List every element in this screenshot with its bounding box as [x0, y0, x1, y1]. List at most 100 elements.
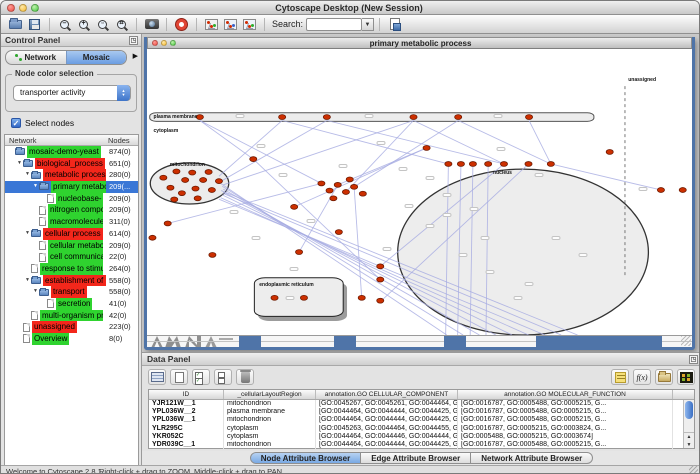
network-node[interactable] — [208, 188, 215, 193]
float-panel-icon[interactable]: ◳ — [129, 36, 138, 45]
network-node[interactable] — [423, 146, 430, 151]
network-node[interactable] — [657, 188, 664, 193]
network-canvas[interactable]: plasma membranecytoplasmmitochondrionnuc… — [147, 49, 692, 335]
scrollbar-thumb[interactable] — [685, 401, 693, 419]
network-node[interactable] — [250, 157, 257, 162]
network-node[interactable] — [326, 188, 333, 193]
network-node[interactable] — [178, 191, 185, 196]
network-node[interactable] — [351, 184, 358, 189]
network-node[interactable] — [334, 182, 341, 187]
tree-row[interactable]: cell communicat22(0) — [5, 251, 138, 263]
table-row[interactable]: YKR052Ccytoplasm[GO:0044464, GO:0044446,… — [149, 433, 694, 441]
network-node[interactable] — [526, 115, 533, 120]
network-node[interactable] — [330, 196, 337, 201]
network-node[interactable] — [164, 221, 171, 226]
tree-row[interactable]: ▼transport558(0) — [5, 286, 138, 298]
expand-arrow-icon[interactable]: ▼ — [24, 275, 31, 287]
network-node[interactable] — [359, 191, 366, 196]
network-node[interactable] — [410, 115, 417, 120]
float-panel-icon[interactable]: ◳ — [689, 355, 698, 364]
network-edge[interactable] — [200, 121, 253, 160]
network-edge[interactable] — [354, 121, 458, 187]
tab-node-attribute-browser[interactable]: Node Attribute Browser — [250, 452, 362, 464]
column-header[interactable]: _cellularLayoutRegion — [224, 390, 316, 399]
network-node[interactable] — [291, 204, 298, 209]
tree-row[interactable]: macromolecule311(0) — [5, 216, 138, 228]
tab-mosaic[interactable]: Mosaic — [66, 51, 127, 64]
network-node[interactable] — [296, 250, 303, 255]
network-node[interactable] — [457, 162, 464, 167]
zoom-fit-icon[interactable]: ⌗ — [113, 17, 130, 32]
expand-arrow-icon[interactable]: ▼ — [16, 158, 23, 170]
tree-row[interactable]: nucleobase-209(0) — [5, 193, 138, 205]
network-node[interactable] — [167, 185, 174, 190]
zoom-selected-icon[interactable]: ▫ — [94, 17, 111, 32]
tree-row[interactable]: response to stimulu264(0) — [5, 263, 138, 275]
column-header[interactable]: annotation.GO MOLECULAR_FUNCTION — [458, 390, 673, 399]
table-scrollbar[interactable]: ▲▼ — [683, 400, 694, 448]
network-node[interactable] — [205, 170, 212, 175]
save-icon[interactable] — [26, 17, 43, 32]
network-node[interactable] — [215, 179, 222, 184]
network-node[interactable] — [279, 115, 286, 120]
expand-arrow-icon[interactable]: ▼ — [24, 228, 31, 240]
network-node[interactable] — [149, 235, 156, 240]
tree-row[interactable]: Overview8(0) — [5, 333, 138, 345]
tree-row[interactable]: nitrogen compo209(0) — [5, 204, 138, 216]
network-node[interactable] — [182, 178, 189, 183]
network-edge[interactable] — [294, 148, 426, 207]
network-node[interactable] — [200, 178, 207, 183]
tree-row[interactable]: ▼primary metabo209(... — [5, 181, 138, 193]
merge-networks-alt-icon[interactable] — [241, 17, 258, 32]
tree-row[interactable]: secretion41(0) — [5, 298, 138, 310]
network-node[interactable] — [196, 115, 203, 120]
network-node[interactable] — [606, 150, 613, 155]
notes-icon[interactable] — [611, 369, 629, 385]
network-edge[interactable] — [346, 121, 414, 193]
table-row[interactable]: YLR295Ccytoplasm[GO:0045263, GO:0044464,… — [149, 425, 694, 433]
frame-close-button[interactable] — [152, 40, 158, 46]
zoom-button[interactable] — [31, 4, 39, 12]
tree-row[interactable]: unassigned223(0) — [5, 321, 138, 333]
network-node[interactable] — [377, 298, 384, 303]
tree-row[interactable]: ▼biological_process651(0) — [5, 158, 138, 170]
network-node[interactable] — [323, 115, 330, 120]
network-edge[interactable] — [354, 187, 362, 298]
network-node[interactable] — [209, 252, 216, 257]
network-node[interactable] — [160, 175, 167, 180]
tree-row[interactable]: ▼metabolic process280(0) — [5, 169, 138, 181]
help-icon[interactable] — [173, 17, 190, 32]
network-node[interactable] — [335, 230, 342, 235]
network-edge[interactable] — [222, 121, 327, 181]
attribute-table-icon[interactable] — [148, 369, 166, 385]
network-node[interactable] — [679, 188, 686, 193]
zoom-out-icon[interactable]: – — [56, 17, 73, 32]
endoplasmic-reticulum-compartment[interactable] — [254, 278, 343, 317]
network-node[interactable] — [500, 162, 507, 167]
delete-attribute-icon[interactable] — [236, 369, 254, 385]
merge-networks-icon[interactable] — [222, 17, 239, 32]
table-row[interactable]: YJR121W__1mitochondrion[GO:0045267, GO:0… — [149, 400, 694, 408]
table-row[interactable]: YPL036W__2plasma membrane[GO:0044464, GO… — [149, 408, 694, 416]
tab-network[interactable]: Network — [6, 51, 66, 64]
network-frame-icon[interactable] — [203, 17, 220, 32]
zoom-in-icon[interactable]: + — [75, 17, 92, 32]
search-input[interactable] — [306, 18, 362, 31]
network-node[interactable] — [300, 295, 307, 300]
tab-edge-attribute-browser[interactable]: Edge Attribute Browser — [361, 452, 471, 464]
network-node[interactable] — [346, 177, 353, 182]
network-node[interactable] — [377, 277, 384, 282]
minimize-button[interactable] — [19, 4, 27, 12]
network-node[interactable] — [189, 170, 196, 175]
open-icon[interactable] — [7, 17, 24, 32]
scrollbar-arrows[interactable]: ▲▼ — [684, 432, 694, 448]
select-nodes-checkbox[interactable]: ✓ — [11, 118, 21, 128]
network-node[interactable] — [445, 162, 452, 167]
network-node[interactable] — [171, 197, 178, 202]
tree-row[interactable]: ▼establishment of lo558(0) — [5, 275, 138, 287]
import-attributes-icon[interactable] — [655, 369, 673, 385]
window-resize-grip[interactable] — [689, 465, 698, 474]
node-color-dropdown[interactable]: transporter activity ▲▼ — [13, 85, 131, 101]
network-node[interactable] — [194, 196, 201, 201]
settings-doc-icon[interactable] — [386, 17, 403, 32]
